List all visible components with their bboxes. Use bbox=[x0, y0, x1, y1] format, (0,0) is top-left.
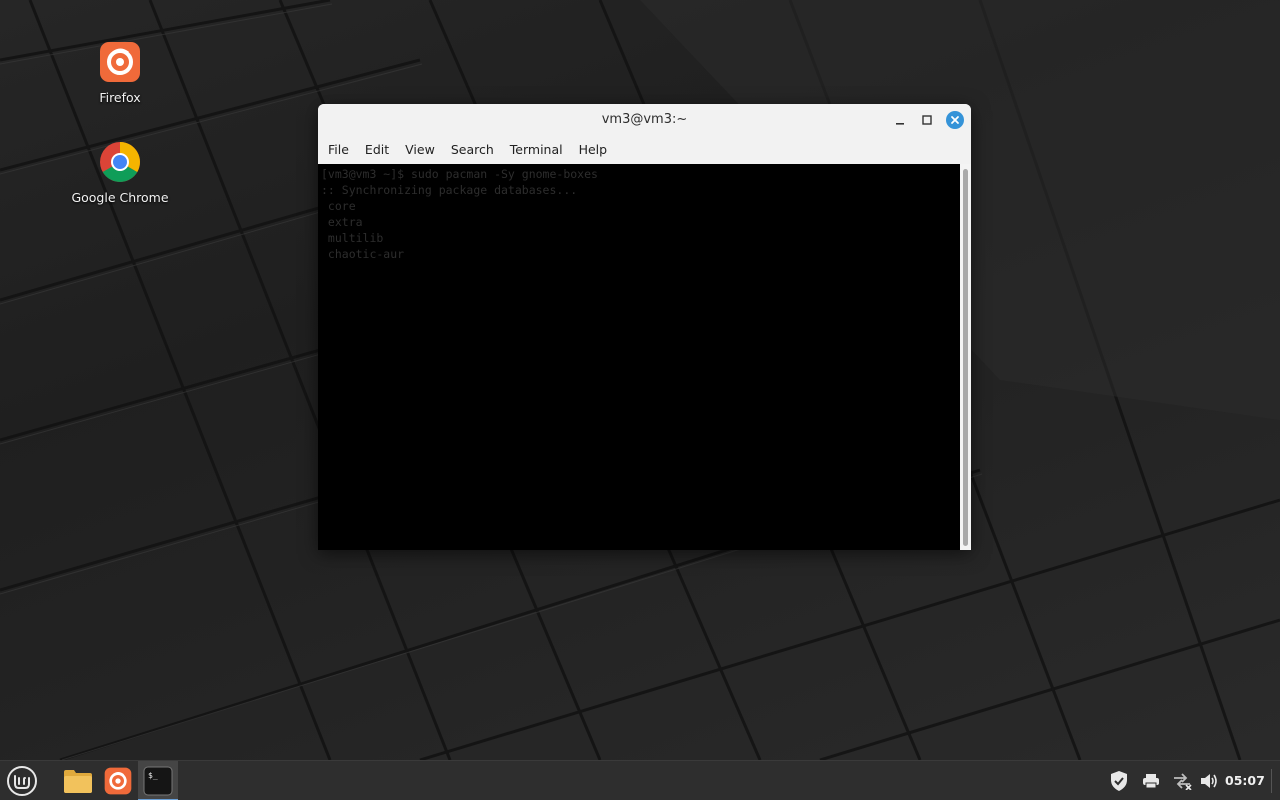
terminal-output[interactable]: [vm3@vm3 ~]$ sudo pacman -Sy gnome-boxes… bbox=[318, 164, 960, 550]
maximize-icon bbox=[922, 115, 932, 125]
terminal-window: vm3@vm3:~ File Edit View Search Terminal… bbox=[318, 104, 971, 550]
terminal-line: extra bbox=[321, 215, 363, 229]
tray-shield-button[interactable] bbox=[1106, 761, 1132, 800]
minimize-icon bbox=[896, 123, 904, 125]
volume-icon bbox=[1201, 774, 1217, 788]
taskbar-firefox-button[interactable] bbox=[98, 761, 138, 800]
scrollbar-thumb[interactable] bbox=[963, 169, 968, 546]
desktop-icon-label: Google Chrome bbox=[71, 190, 169, 205]
terminal-icon: $_ bbox=[143, 766, 173, 796]
window-titlebar[interactable]: vm3@vm3:~ bbox=[318, 104, 971, 136]
terminal-line: [vm3@vm3 ~]$ sudo pacman -Sy gnome-boxes bbox=[321, 167, 598, 181]
tray-volume-button[interactable] bbox=[1197, 761, 1221, 800]
firefox-icon bbox=[99, 41, 141, 83]
window-title: vm3@vm3:~ bbox=[601, 112, 688, 127]
desktop-icon-google-chrome[interactable]: Google Chrome bbox=[60, 141, 180, 205]
svg-text:$_: $_ bbox=[148, 771, 158, 780]
show-desktop-button[interactable] bbox=[1271, 769, 1272, 793]
taskbar-files-button[interactable] bbox=[58, 761, 98, 800]
menu-view[interactable]: View bbox=[397, 136, 443, 164]
close-button[interactable] bbox=[945, 110, 965, 130]
menu-help[interactable]: Help bbox=[571, 136, 616, 164]
menu-edit[interactable]: Edit bbox=[357, 136, 397, 164]
desktop-icon-label: Firefox bbox=[99, 90, 141, 105]
menu-file[interactable]: File bbox=[320, 136, 357, 164]
tray-network-button[interactable] bbox=[1170, 761, 1194, 800]
minimize-button[interactable] bbox=[890, 110, 910, 130]
tray-printer-button[interactable] bbox=[1139, 761, 1163, 800]
mint-menu-button[interactable] bbox=[0, 761, 44, 800]
taskbar-terminal-button[interactable]: $_ bbox=[138, 761, 178, 800]
firefox-icon bbox=[104, 767, 132, 795]
files-icon bbox=[64, 770, 92, 793]
close-icon bbox=[951, 116, 959, 124]
network-icon bbox=[1174, 773, 1192, 790]
menu-search[interactable]: Search bbox=[443, 136, 502, 164]
taskbar: $_ 05:07 bbox=[0, 760, 1280, 800]
clock[interactable]: 05:07 bbox=[1225, 761, 1265, 800]
maximize-button[interactable] bbox=[917, 110, 937, 130]
printer-icon bbox=[1143, 774, 1159, 789]
menu-bar: File Edit View Search Terminal Help bbox=[318, 136, 971, 164]
terminal-scrollbar[interactable] bbox=[960, 164, 971, 550]
shield-icon bbox=[1111, 771, 1127, 791]
menu-terminal[interactable]: Terminal bbox=[502, 136, 571, 164]
mint-menu-icon bbox=[7, 766, 37, 796]
terminal-line: chaotic-aur bbox=[321, 247, 405, 261]
terminal-line: core bbox=[321, 199, 356, 213]
desktop-icon-firefox[interactable]: Firefox bbox=[60, 41, 180, 105]
terminal-line: multilib bbox=[321, 231, 384, 245]
terminal-line: :: Synchronizing package databases... bbox=[321, 183, 578, 197]
chrome-icon bbox=[99, 141, 141, 183]
